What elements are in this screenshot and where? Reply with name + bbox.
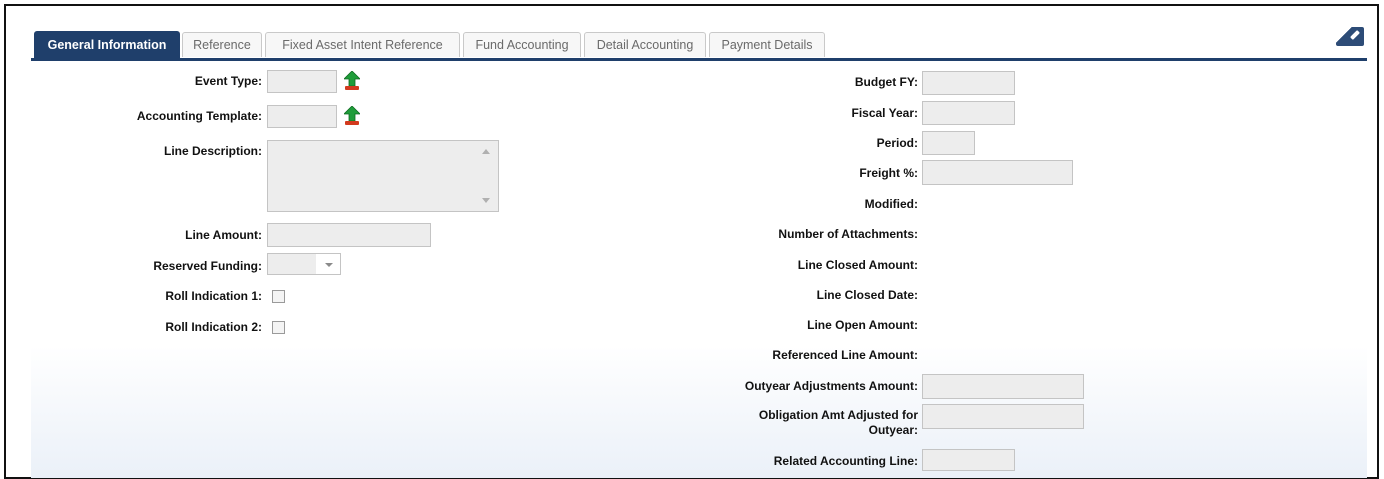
obligation-amt-adjusted-label-line1: Obligation Amt Adjusted for xyxy=(758,408,918,422)
referenced-line-amount-label: Referenced Line Amount: xyxy=(772,348,918,362)
line-description-label: Line Description: xyxy=(163,144,262,158)
fiscal-year-label: Fiscal Year: xyxy=(851,106,919,120)
outyear-adjustments-amount-input[interactable] xyxy=(922,374,1084,399)
tab-fund-accounting[interactable]: Fund Accounting xyxy=(463,32,581,57)
roll-indication-2-label: Roll Indication 2: xyxy=(165,320,262,334)
lookup-arrow-icon[interactable] xyxy=(342,71,362,91)
line-amount-label: Line Amount: xyxy=(185,228,262,242)
line-closed-amount-label: Line Closed Amount: xyxy=(797,258,918,272)
roll-indication-2-checkbox[interactable] xyxy=(272,321,285,334)
obligation-amt-adjusted-label-line2: Outyear: xyxy=(868,423,918,437)
tab-reference[interactable]: Reference xyxy=(182,32,262,57)
chevron-down-icon[interactable] xyxy=(325,263,333,267)
freight-percent-label: Freight %: xyxy=(859,166,918,180)
reserved-funding-value xyxy=(268,254,316,274)
scroll-down-icon[interactable] xyxy=(482,198,490,203)
freight-percent-input[interactable] xyxy=(922,160,1073,185)
tab-general-information[interactable]: General Information xyxy=(34,31,180,58)
period-input[interactable] xyxy=(922,131,975,155)
line-description-textarea[interactable] xyxy=(267,140,499,212)
obligation-amt-adjusted-label: Obligation Amt Adjusted for Outyear: xyxy=(680,408,918,438)
outyear-adjustments-amount-label: Outyear Adjustments Amount: xyxy=(744,379,918,393)
accounting-template-label: Accounting Template: xyxy=(136,109,262,123)
number-of-attachments-label: Number of Attachments: xyxy=(778,227,918,241)
budget-fy-input[interactable] xyxy=(922,71,1015,95)
tab-payment-details[interactable]: Payment Details xyxy=(709,32,825,57)
event-type-label: Event Type: xyxy=(194,74,262,88)
period-label: Period: xyxy=(876,136,918,150)
accounting-template-input[interactable] xyxy=(267,105,337,128)
reserved-funding-select[interactable] xyxy=(267,253,341,275)
lookup-arrow-icon[interactable] xyxy=(342,106,362,126)
obligation-amt-adjusted-input[interactable] xyxy=(922,404,1084,429)
line-closed-date-label: Line Closed Date: xyxy=(816,288,918,302)
pin-icon[interactable] xyxy=(1336,27,1364,46)
roll-indication-1-label: Roll Indication 1: xyxy=(165,289,262,303)
related-accounting-line-input[interactable] xyxy=(922,449,1015,471)
event-type-input[interactable] xyxy=(267,70,337,93)
line-open-amount-label: Line Open Amount: xyxy=(807,318,918,332)
tab-fixed-asset-intent-reference[interactable]: Fixed Asset Intent Reference xyxy=(265,32,460,57)
budget-fy-label: Budget FY: xyxy=(854,75,918,89)
scroll-up-icon[interactable] xyxy=(482,149,490,154)
modified-label: Modified: xyxy=(864,197,918,211)
line-amount-input[interactable] xyxy=(267,223,431,247)
roll-indication-1-checkbox[interactable] xyxy=(272,290,285,303)
fiscal-year-input[interactable] xyxy=(922,101,1015,125)
related-accounting-line-label: Related Accounting Line: xyxy=(773,454,918,468)
reserved-funding-label: Reserved Funding: xyxy=(153,259,262,273)
tab-detail-accounting[interactable]: Detail Accounting xyxy=(584,32,706,57)
